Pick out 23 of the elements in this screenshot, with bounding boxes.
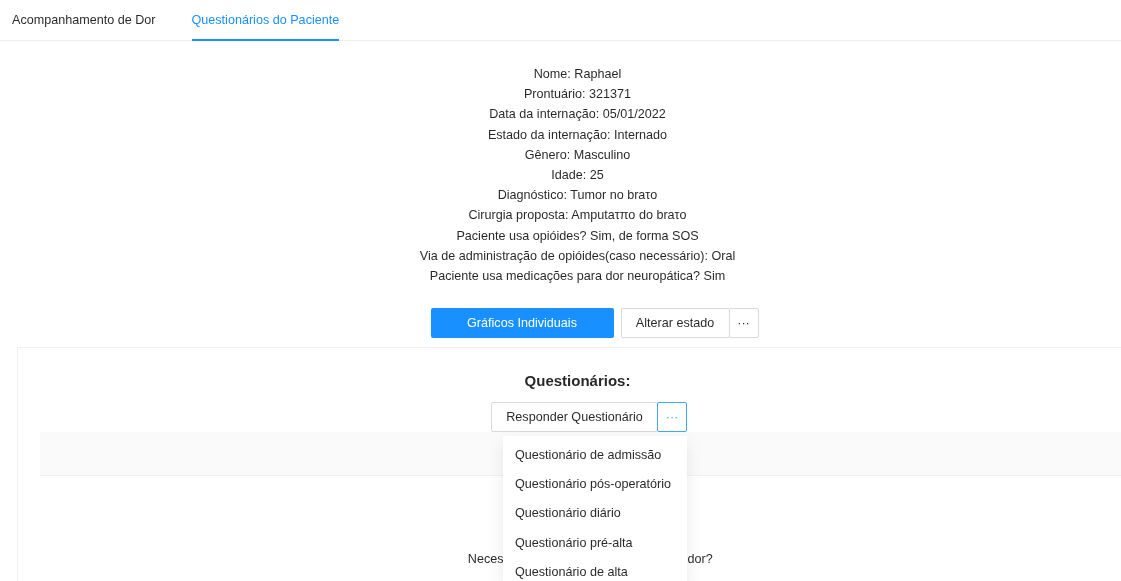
patient-info-line: Estado da internação: Internado [487,126,668,144]
menu-item[interactable]: Questionário pré-alta [503,528,687,558]
menu-item[interactable]: Questionário de alta [503,557,687,581]
patient-info-line: Data da internação: 05/01/2022 [489,106,666,124]
more-button[interactable]: ··· [728,308,759,339]
tab[interactable]: Acompanhamento de Dor [12,0,156,41]
menu-item[interactable]: Questionário pós-operatório [503,469,687,499]
menu-item[interactable]: Questionário diário [503,498,687,529]
patient-info-line: Nome: Raphael [533,66,622,83]
patient-info-line: Via de administração de opióides(caso necessário): Oral [419,247,736,265]
patient-info-line: Idade: 25 [551,167,604,184]
body-text: Neces [467,552,504,567]
answer-questionnaire-button[interactable]: Responder Questionário [491,402,658,433]
body-text: dor? [687,552,713,567]
section-title: Questionários: [524,372,631,392]
menu-item[interactable]: Questionário de admissão [503,440,687,470]
patient-info-line: Paciente usa medicações para dor neuropática? Sim [429,268,726,286]
patient-info-line: Gênero: Masculino [524,146,631,164]
change-state-button[interactable]: Alterar estado [620,308,730,339]
patient-info-line: Paciente usa opióides? Sim, de forma SOS [456,227,699,245]
patient-info-line: Prontuário: 321371 [523,86,632,104]
patient-info-line: Diagnóstico: Tumor no braτo [497,187,658,205]
patient-info-line: Cirurgia proposta: Amputaτπo do braτo [468,207,687,225]
